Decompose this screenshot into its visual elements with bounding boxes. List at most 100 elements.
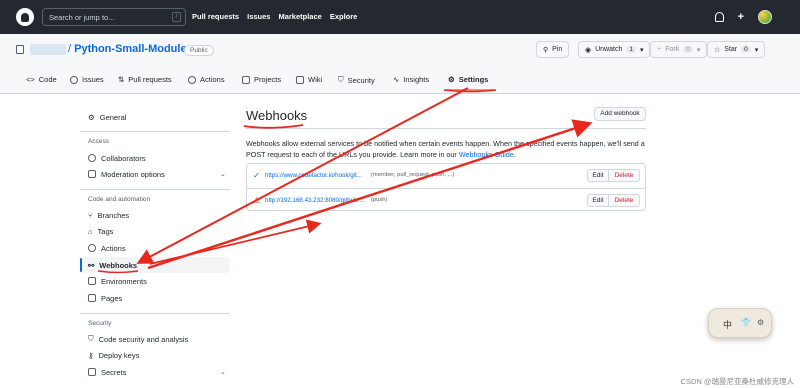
sidebar-item-label: Branches — [97, 210, 130, 220]
nav-issues[interactable]: Issues — [247, 12, 270, 21]
nav-explore[interactable]: Explore — [330, 12, 358, 21]
gear-icon[interactable]: ⚙ — [757, 318, 764, 327]
sidebar-divider — [80, 131, 230, 132]
shield-icon: ⛉ — [338, 75, 344, 84]
search-shortcut: / — [172, 12, 181, 22]
search-placeholder: Search or jump to... — [49, 13, 115, 22]
sidebar-item-secrets[interactable]: Secrets — [88, 365, 126, 379]
tab-insights[interactable]: ∿ Insights — [393, 75, 429, 84]
warning-icon: ⚠ — [253, 196, 261, 205]
create-new-icon[interactable]: + — [738, 12, 744, 23]
tab-label: Actions — [200, 75, 225, 84]
sidebar-item-moderation[interactable]: Moderation options — [88, 167, 165, 181]
tab-security[interactable]: ⛉ Security — [338, 75, 375, 85]
play-icon — [88, 244, 96, 252]
webhook-events: (member, pull_request, push, ...) — [371, 172, 455, 178]
sidebar-item-label: Actions — [101, 243, 126, 253]
table-icon — [242, 75, 250, 84]
webhooks-guide-link[interactable]: Webhooks Guide — [459, 150, 514, 159]
gear-icon: ⚙ — [88, 112, 95, 122]
tab-actions[interactable]: Actions — [188, 75, 225, 84]
comment-icon — [88, 170, 96, 178]
sidebar-item-label: Secrets — [101, 367, 127, 377]
delete-webhook-button[interactable]: Delete — [608, 169, 640, 182]
sidebar-item-general[interactable]: ⚙ General — [88, 110, 126, 124]
unwatch-button[interactable]: ◉ Unwatch 1 ▾ — [578, 41, 651, 58]
fork-count: 0 — [683, 46, 693, 53]
sidebar-item-label: Code security and analysis — [98, 334, 189, 344]
title-divider — [246, 128, 646, 129]
language-toggle[interactable]: 中 — [723, 318, 732, 331]
search-input[interactable]: Search or jump to... / — [42, 8, 186, 26]
shield-lock-icon: ⛉ — [88, 334, 94, 343]
webhook-url-link[interactable]: https://www.codefactor.io/hook/git... — [265, 172, 362, 179]
add-webhook-button[interactable]: Add webhook — [594, 107, 646, 121]
nav-pull-requests[interactable]: Pull requests — [192, 12, 239, 21]
sidebar-heading-security: Security — [88, 320, 112, 327]
star-label: Star — [724, 46, 738, 53]
tab-label: Pull requests — [128, 75, 172, 84]
sidebar-item-deploy-keys[interactable]: ⚷ Deploy keys — [88, 348, 139, 362]
webhook-row: ✓ https://www.codefactor.io/hook/git... … — [247, 164, 645, 188]
eye-icon: ◉ — [585, 46, 592, 54]
sidebar-item-collaborators[interactable]: Collaborators — [88, 151, 146, 165]
webhook-url-link[interactable]: http://192.168.43.232:8080/github-... — [265, 197, 365, 204]
sidebar-item-tags[interactable]: ⌂ Tags — [88, 224, 113, 238]
webhook-events: (push) — [371, 197, 388, 203]
edit-webhook-button[interactable]: Edit — [587, 169, 609, 182]
notifications-bell-icon[interactable] — [714, 12, 724, 22]
sidebar-item-label: Pages — [101, 293, 123, 303]
pin-button[interactable]: ⚲ Pin — [536, 41, 570, 58]
chevron-down-icon[interactable]: ⌄ — [220, 368, 226, 376]
people-icon — [88, 154, 96, 162]
delete-webhook-button[interactable]: Delete — [608, 194, 640, 207]
fork-icon: ⑂ — [657, 46, 662, 53]
sidebar-active-indicator — [80, 258, 82, 272]
key-icon: ⚷ — [88, 350, 94, 360]
webhooks-description: Webhooks allow external services to be n… — [246, 138, 650, 160]
chevron-down-icon: ▾ — [696, 46, 701, 54]
tab-projects[interactable]: Projects — [242, 75, 281, 84]
check-icon: ✓ — [253, 171, 260, 180]
webhook-row: ⚠ http://192.168.43.232:8080/github-... … — [247, 188, 645, 212]
fork-label: Fork — [665, 46, 680, 53]
chevron-down-icon[interactable]: ⌄ — [220, 170, 226, 178]
code-icon: <> — [26, 75, 35, 84]
repo-name-link[interactable]: Python-Small-Module — [74, 43, 186, 55]
tab-pull-requests[interactable]: ⇅ Pull requests — [118, 75, 172, 84]
sidebar-heading-code: Code and automation — [88, 196, 151, 203]
sidebar-item-label: Tags — [97, 226, 114, 236]
sidebar-item-label: General — [99, 112, 127, 122]
sidebar-item-branches[interactable]: ⑂ Branches — [88, 208, 129, 222]
tag-icon: ⌂ — [88, 226, 93, 236]
tab-code[interactable]: <> Code — [26, 75, 57, 84]
github-logo-icon[interactable] — [16, 8, 34, 26]
visibility-badge: Public — [184, 45, 214, 56]
repo-icon — [16, 45, 24, 54]
tab-wiki[interactable]: Wiki — [296, 75, 322, 84]
floating-toolbar-widget[interactable]: 中 👕 ⚙ — [708, 308, 772, 338]
sidebar-item-webhooks[interactable]: ⚯ Webhooks — [88, 258, 137, 272]
sidebar-item-actions[interactable]: Actions — [88, 241, 126, 255]
sidebar-item-pages[interactable]: Pages — [88, 291, 122, 305]
webhook-icon: ⚯ — [88, 260, 95, 270]
shirt-icon[interactable]: 👕 — [741, 318, 751, 327]
edit-webhook-button[interactable]: Edit — [587, 194, 609, 207]
avatar[interactable] — [758, 10, 772, 24]
tab-settings[interactable]: ⚙ Settings — [448, 75, 488, 84]
sidebar-item-label: Deploy keys — [98, 350, 140, 360]
sidebar-item-environments[interactable]: Environments — [88, 274, 147, 288]
tab-issues[interactable]: Issues — [70, 75, 104, 84]
star-icon: ☆ — [714, 46, 721, 54]
nav-marketplace[interactable]: Marketplace — [278, 12, 321, 21]
description-text: Webhooks allow external services to be n… — [246, 139, 645, 159]
sidebar-item-label: Webhooks — [99, 260, 138, 270]
fork-button[interactable]: ⑂ Fork 0 ▾ — [650, 41, 708, 58]
sidebar-item-code-security[interactable]: ⛉ Code security and analysis — [88, 332, 188, 346]
server-icon — [88, 277, 96, 285]
repo-owner-redacted — [30, 44, 66, 55]
csdn-watermark: CSDN @瑞曼尼亚桑杜威修克理人 — [680, 377, 794, 386]
page-title: Webhooks — [246, 108, 308, 123]
star-button[interactable]: ☆ Star 0 ▾ — [707, 41, 766, 58]
pin-icon: ⚲ — [543, 46, 549, 54]
